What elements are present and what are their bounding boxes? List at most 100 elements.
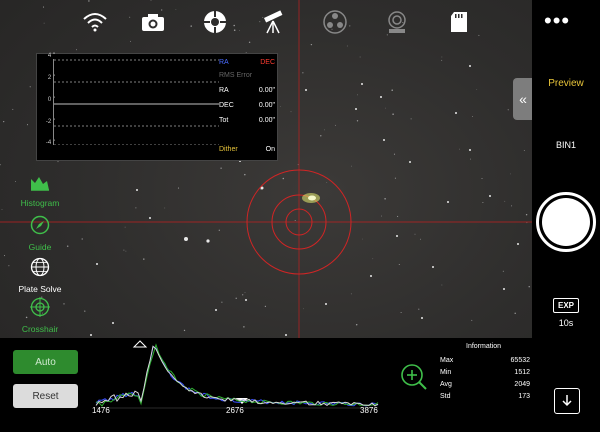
- faint-star: [502, 270, 504, 272]
- reset-button[interactable]: Reset: [13, 384, 78, 408]
- faint-star: [418, 308, 420, 310]
- star: [469, 149, 471, 151]
- faint-star: [0, 164, 1, 166]
- dither-value: On: [265, 146, 275, 153]
- more-menu-icon[interactable]: •••: [544, 8, 570, 34]
- faint-star: [350, 293, 352, 295]
- download-button[interactable]: [554, 388, 580, 414]
- faint-star: [244, 292, 246, 293]
- guide-info: RA DEC RMS Error RA 0.00" DEC 0.00" Tot …: [219, 56, 275, 158]
- star: [355, 108, 357, 110]
- faint-star: [441, 56, 443, 58]
- faint-star: [324, 129, 325, 131]
- faint-star: [393, 153, 396, 155]
- focuser-icon[interactable]: [200, 8, 230, 36]
- faint-star: [26, 124, 29, 126]
- star: [184, 237, 188, 241]
- faint-star: [57, 161, 59, 163]
- right-control-bar: ••• Preview BIN1 EXP 10s: [532, 0, 600, 427]
- faint-star: [12, 108, 14, 110]
- star: [370, 275, 372, 277]
- zoom-in-button[interactable]: [400, 363, 428, 391]
- faint-star: [1, 209, 3, 210]
- wifi-icon[interactable]: [80, 8, 110, 36]
- faint-star: [410, 118, 412, 120]
- exposure-label-box[interactable]: EXP: [553, 298, 579, 313]
- star: [503, 288, 505, 290]
- faint-star: [3, 121, 5, 123]
- faint-star: [302, 72, 304, 74]
- telescope-icon[interactable]: [258, 8, 288, 36]
- faint-star: [397, 215, 399, 217]
- faint-star: [290, 111, 292, 113]
- preview-mode-toggle[interactable]: Preview: [532, 78, 600, 89]
- faint-star: [481, 177, 483, 180]
- star: [455, 112, 457, 114]
- star: [136, 189, 138, 191]
- filter-wheel-icon[interactable]: [320, 8, 350, 36]
- faint-star: [372, 258, 374, 260]
- faint-star: [297, 164, 299, 166]
- faint-star: [220, 167, 222, 169]
- histogram-panel: Auto Reset 1476 2676 3876 Information Ma…: [0, 338, 532, 427]
- faint-star: [260, 189, 262, 190]
- dec-legend: DEC: [260, 59, 275, 66]
- star: [517, 243, 519, 245]
- faint-star: [359, 56, 361, 58]
- ra-legend: RA: [219, 59, 229, 66]
- faint-star: [320, 135, 322, 137]
- faint-star: [124, 226, 126, 228]
- star: [447, 201, 449, 203]
- faint-star: [525, 213, 528, 216]
- globe-icon: [30, 257, 50, 277]
- faint-star: [177, 187, 180, 189]
- faint-star: [482, 202, 484, 203]
- download-icon: [562, 395, 572, 407]
- rms-row: RA 0.00": [219, 87, 275, 94]
- faint-star: [280, 106, 282, 107]
- faint-star: [143, 258, 145, 260]
- faint-star: [472, 115, 474, 117]
- double-chevron-left-icon: «: [519, 91, 527, 107]
- faint-star: [469, 158, 471, 160]
- auto-stretch-button[interactable]: Auto: [13, 350, 78, 374]
- star: [396, 235, 398, 237]
- star: [285, 334, 287, 336]
- guide-tool[interactable]: Guide: [0, 215, 80, 252]
- faint-star: [125, 250, 127, 252]
- star: [383, 139, 385, 141]
- histogram-mid-label: 2676: [226, 406, 244, 415]
- star: [489, 195, 491, 197]
- exposure-value[interactable]: 10s: [532, 318, 600, 328]
- dither-label: Dither: [219, 146, 238, 153]
- faint-star: [385, 107, 386, 109]
- capture-button[interactable]: [536, 192, 596, 252]
- crosshair-tool[interactable]: Crosshair: [0, 297, 80, 334]
- dither-row[interactable]: Dither On: [219, 143, 275, 158]
- faint-star: [218, 229, 220, 231]
- histogram-graph[interactable]: 1476 2676 3876: [92, 338, 382, 427]
- histogram-tool[interactable]: Histogram: [0, 175, 80, 208]
- rms-row: DEC 0.00": [219, 102, 275, 109]
- binning-selector[interactable]: BIN1: [532, 140, 600, 150]
- collapse-panel-button[interactable]: «: [513, 78, 533, 120]
- top-toolbar: [0, 0, 532, 44]
- faint-star: [384, 198, 386, 200]
- star: [380, 96, 382, 98]
- faint-star: [507, 109, 509, 111]
- faint-star: [235, 297, 237, 299]
- histogram-icon: [31, 177, 49, 191]
- rms-row: Tot 0.00": [219, 117, 275, 124]
- star: [361, 83, 363, 85]
- faint-star: [282, 177, 285, 180]
- faint-star: [123, 249, 125, 251]
- faint-star: [355, 324, 358, 326]
- faint-star: [334, 124, 336, 126]
- webcam-icon[interactable]: [382, 8, 412, 36]
- sd-card-icon[interactable]: [444, 8, 474, 36]
- camera-icon[interactable]: [138, 8, 168, 36]
- faint-star: [394, 177, 396, 179]
- star: [149, 217, 151, 219]
- plate-solve-tool[interactable]: Plate Solve: [0, 257, 80, 294]
- black-point-handle[interactable]: [132, 340, 148, 348]
